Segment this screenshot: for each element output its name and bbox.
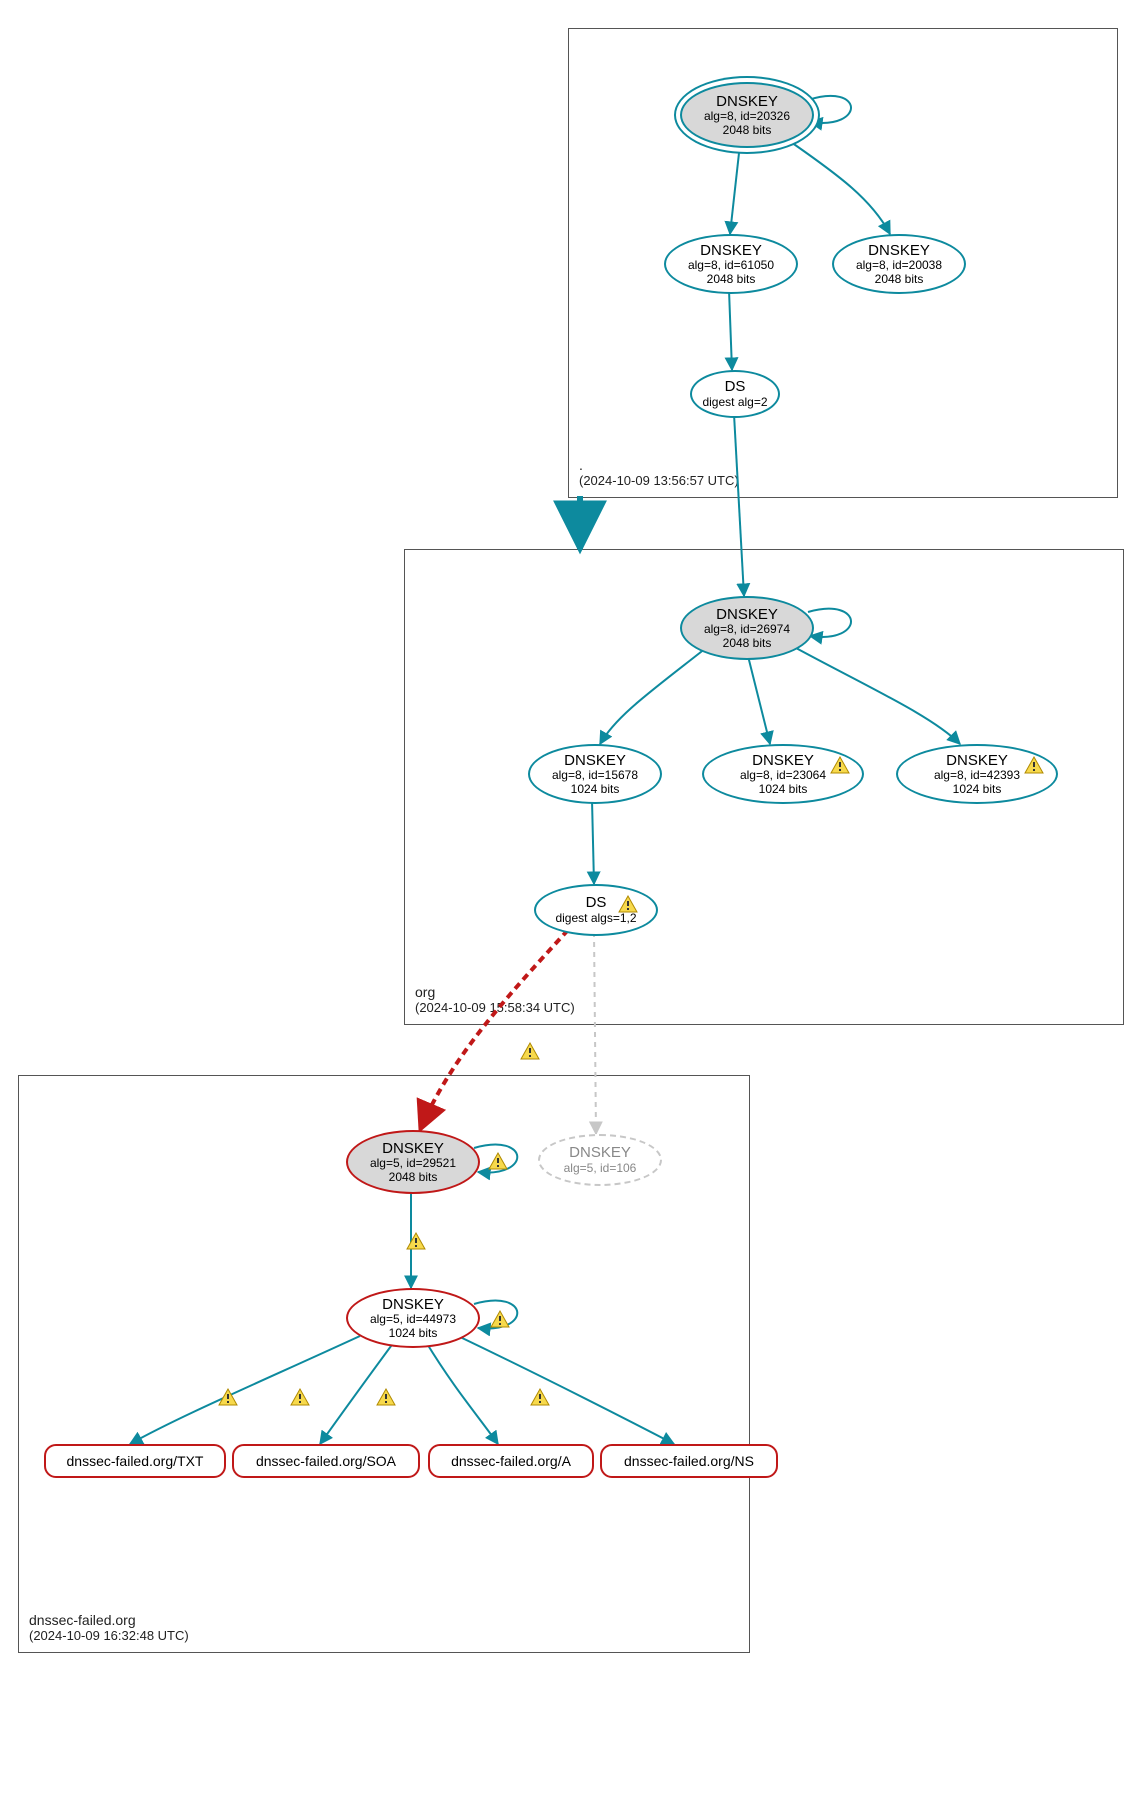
- org-ds[interactable]: DS digest algs=1,2: [534, 884, 658, 936]
- root-dnskey-zsk2[interactable]: DNSKEY alg=8, id=20038 2048 bits: [832, 234, 966, 294]
- org-dnskey-zsk3[interactable]: DNSKEY alg=8, id=42393 1024 bits: [896, 744, 1058, 804]
- warning-icon: [218, 1388, 238, 1406]
- df-dnskey-missing[interactable]: DNSKEY alg=5, id=106: [538, 1134, 662, 1186]
- warning-icon: [618, 895, 638, 913]
- warning-icon: [830, 756, 850, 774]
- df-dnskey-zsk[interactable]: DNSKEY alg=5, id=44973 1024 bits: [346, 1288, 480, 1348]
- warning-icon: [490, 1310, 510, 1328]
- org-dnskey-zsk1[interactable]: DNSKEY alg=8, id=15678 1024 bits: [528, 744, 662, 804]
- warning-icon: [520, 1042, 540, 1060]
- warning-icon: [488, 1152, 508, 1170]
- org-dnskey-ksk[interactable]: DNSKEY alg=8, id=26974 2048 bits: [680, 596, 814, 660]
- node-sub2: 2048 bits: [723, 124, 772, 138]
- node-sub1: alg=8, id=20326: [704, 110, 790, 124]
- warning-icon: [1024, 756, 1044, 774]
- root-dnskey-zsk1[interactable]: DNSKEY alg=8, id=61050 2048 bits: [664, 234, 798, 294]
- zone-df-ts: (2024-10-09 16:32:48 UTC): [29, 1628, 189, 1644]
- rrset-soa[interactable]: dnssec-failed.org/SOA: [232, 1444, 420, 1478]
- warning-icon: [376, 1388, 396, 1406]
- root-ds[interactable]: DS digest alg=2: [690, 370, 780, 418]
- zone-org-name: org: [415, 984, 575, 1001]
- zone-root-ts: (2024-10-09 13:56:57 UTC): [579, 473, 739, 489]
- zone-df-name: dnssec-failed.org: [29, 1612, 189, 1629]
- rrset-txt[interactable]: dnssec-failed.org/TXT: [44, 1444, 226, 1478]
- zone-root-name: .: [579, 457, 739, 474]
- node-title: DNSKEY: [716, 93, 778, 110]
- df-dnskey-ksk[interactable]: DNSKEY alg=5, id=29521 2048 bits: [346, 1130, 480, 1194]
- rrset-ns[interactable]: dnssec-failed.org/NS: [600, 1444, 778, 1478]
- warning-icon: [290, 1388, 310, 1406]
- rrset-a[interactable]: dnssec-failed.org/A: [428, 1444, 594, 1478]
- zone-org-ts: (2024-10-09 15:58:34 UTC): [415, 1000, 575, 1016]
- org-dnskey-zsk2[interactable]: DNSKEY alg=8, id=23064 1024 bits: [702, 744, 864, 804]
- root-dnskey-ksk[interactable]: DNSKEY alg=8, id=20326 2048 bits: [680, 82, 814, 148]
- warning-icon: [530, 1388, 550, 1406]
- warning-icon: [406, 1232, 426, 1250]
